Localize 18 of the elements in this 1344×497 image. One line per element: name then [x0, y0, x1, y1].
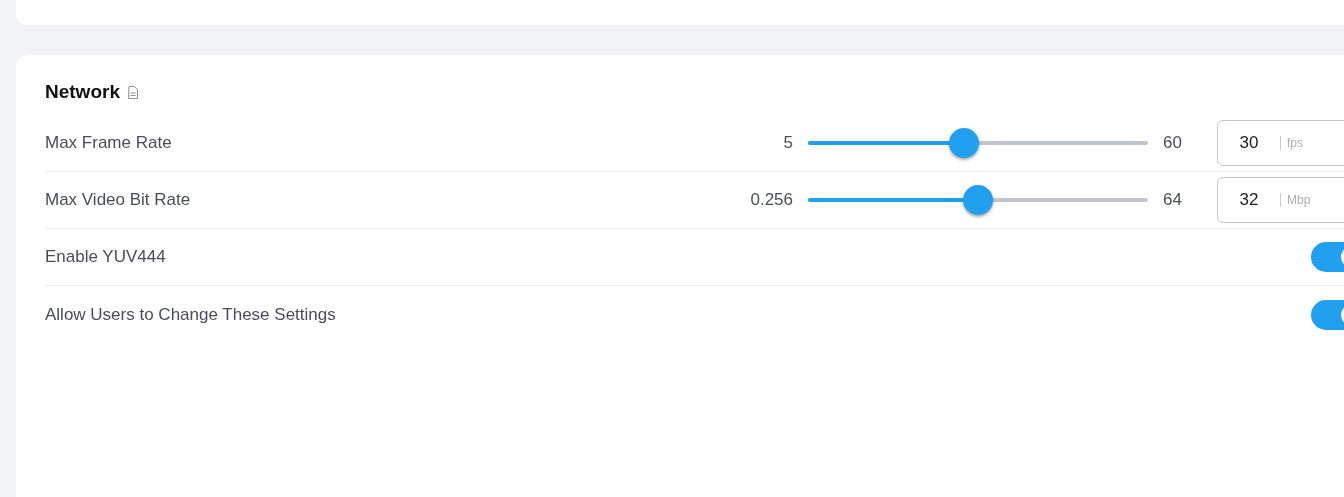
max-label: 64: [1163, 189, 1183, 212]
number-input[interactable]: 30 fps: [1217, 120, 1344, 166]
input-value: 32: [1238, 189, 1260, 212]
input-value: 30: [1238, 132, 1260, 155]
min-label: 0.256: [750, 189, 793, 212]
slider-thumb[interactable]: [949, 128, 980, 158]
unit-label: Mbp: [1280, 193, 1311, 207]
setting-label: Enable YUV444: [45, 246, 166, 269]
setting-label: Allow Users to Change These Settings: [45, 303, 336, 326]
setting-label: Max Frame Rate: [45, 132, 172, 155]
unit-label: fps: [1280, 136, 1303, 150]
max-label: 60: [1163, 132, 1183, 155]
document-icon: [127, 85, 138, 99]
min-label: 5: [783, 132, 793, 155]
slider-thumb[interactable]: [963, 185, 993, 215]
number-input[interactable]: 32 Mbp: [1217, 177, 1344, 223]
setting-label: Max Video Bit Rate: [45, 189, 191, 212]
section-title: Network: [45, 79, 120, 104]
